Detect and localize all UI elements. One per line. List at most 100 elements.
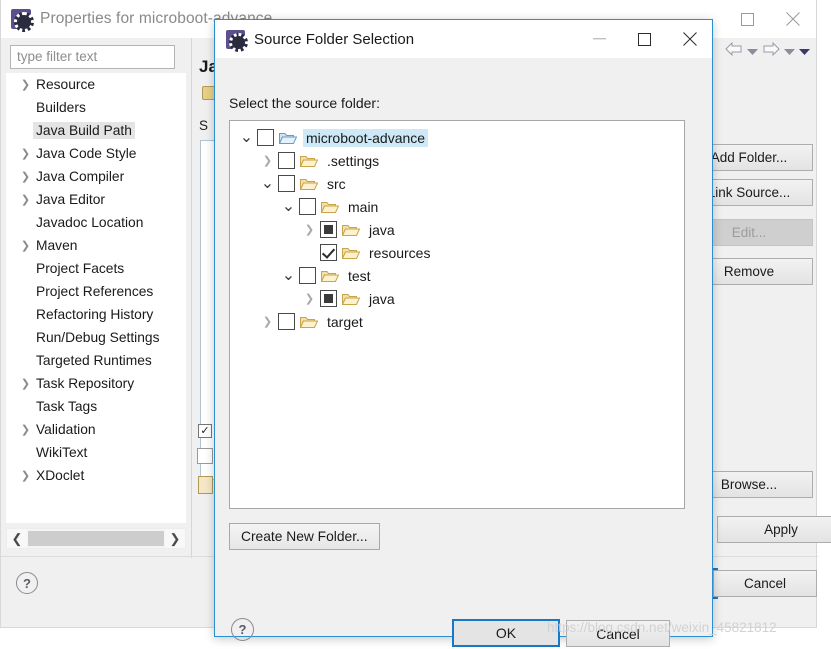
dialog-title: Source Folder Selection: [254, 30, 415, 48]
tree-row[interactable]: resources: [230, 241, 684, 264]
back-arrow-icon[interactable]: [725, 41, 743, 61]
chevron-right-icon[interactable]: ❯: [165, 529, 185, 548]
checkbox-unchecked[interactable]: [299, 198, 316, 215]
help-icon[interactable]: ?: [16, 572, 38, 594]
sidebar-item-java-build-path[interactable]: Java Build Path: [6, 119, 186, 142]
chevron-down-icon[interactable]: ⌄: [278, 198, 299, 214]
sidebar-item-refactoring-history[interactable]: Refactoring History: [6, 303, 186, 326]
sidebar-item-wikitext[interactable]: WikiText: [6, 441, 186, 464]
sidebar-item-java-editor[interactable]: ❯ Java Editor: [6, 188, 186, 211]
apply-button[interactable]: Apply: [717, 516, 831, 543]
close-icon[interactable]: [667, 20, 712, 58]
tree-item-label: src: [327, 175, 346, 192]
checkbox-unchecked[interactable]: [278, 152, 295, 169]
chevron-right-icon[interactable]: ❯: [257, 315, 278, 328]
chevron-down-icon[interactable]: [747, 43, 758, 61]
sidebar-item-label: Task Repository: [36, 376, 135, 391]
chevron-right-icon[interactable]: ❯: [18, 377, 33, 390]
folder-icon: [300, 177, 318, 191]
eclipse-icon: [11, 9, 34, 32]
minimize-icon[interactable]: [577, 20, 622, 58]
properties-window-controls: [724, 0, 816, 38]
sidebar-item-xdoclet[interactable]: ❯ XDoclet: [6, 464, 186, 487]
chevron-right-icon[interactable]: ❯: [18, 239, 33, 252]
sidebar-item-project-references[interactable]: Project References: [6, 280, 186, 303]
chevron-right-icon[interactable]: ❯: [18, 170, 33, 183]
chevron-right-icon[interactable]: ❯: [299, 292, 320, 305]
sidebar-item-javadoc-location[interactable]: Javadoc Location: [6, 211, 186, 234]
chevron-right-icon[interactable]: ❯: [18, 193, 33, 206]
chevron-right-icon[interactable]: ❯: [257, 154, 278, 167]
sidebar-item-run-debug-settings[interactable]: Run/Debug Settings: [6, 326, 186, 349]
sidebar-item-label: Refactoring History: [36, 307, 154, 322]
checkbox-unchecked[interactable]: [278, 313, 295, 330]
checkbox-unchecked[interactable]: [278, 175, 295, 192]
sidebar-item-resource[interactable]: ❯ Resource: [6, 73, 186, 96]
folder-icon: [321, 200, 339, 214]
chevron-down-icon[interactable]: ⌄: [278, 267, 299, 283]
create-new-folder-button[interactable]: Create New Folder...: [229, 523, 380, 550]
sidebar-divider: [191, 38, 192, 558]
content-folder-icon: [198, 476, 213, 494]
folder-icon: [300, 315, 318, 329]
settings-sidebar-tree[interactable]: ❯ Resource Builders Java Build Path ❯ Java Co…: [6, 73, 186, 523]
chevron-right-icon[interactable]: ❯: [18, 423, 33, 436]
tree-row[interactable]: ⌄ src: [230, 172, 684, 195]
sidebar-item-java-code-style[interactable]: ❯ Java Code Style: [6, 142, 186, 165]
sidebar-item-label: Java Editor: [36, 192, 106, 207]
tree-row[interactable]: ⌄ main: [230, 195, 684, 218]
tree-row[interactable]: ❯ target: [230, 310, 684, 333]
sidebar-item-label: Javadoc Location: [36, 215, 144, 230]
sidebar-item-label: Java Build Path: [33, 122, 135, 139]
tree-row[interactable]: ❯ java: [230, 287, 684, 310]
chevron-right-icon[interactable]: ❯: [299, 223, 320, 236]
tree-item-label: target: [327, 313, 363, 330]
chevron-right-icon[interactable]: ❯: [18, 78, 33, 91]
cancel-button[interactable]: Cancel: [713, 570, 817, 597]
sidebar-item-task-tags[interactable]: Task Tags: [6, 395, 186, 418]
tree-row[interactable]: ⌄ test: [230, 264, 684, 287]
sidebar-item-java-compiler[interactable]: ❯ Java Compiler: [6, 165, 186, 188]
close-icon[interactable]: [770, 0, 816, 38]
checkbox-unchecked[interactable]: [257, 129, 274, 146]
open-folder-blue-icon: [279, 131, 297, 145]
chevron-right-icon[interactable]: ❯: [18, 147, 33, 160]
sidebar-item-label: Validation: [36, 422, 96, 437]
checkbox-partial[interactable]: [320, 221, 337, 238]
cancel-button[interactable]: Cancel: [566, 620, 670, 647]
chevron-left-icon[interactable]: ❮: [7, 529, 27, 548]
checkbox-partial[interactable]: [320, 290, 337, 307]
ok-button[interactable]: OK: [452, 619, 560, 647]
chevron-down-icon[interactable]: ⌄: [236, 129, 257, 145]
checkbox-unchecked[interactable]: [299, 267, 316, 284]
sidebar-item-label: Targeted Runtimes: [36, 353, 152, 368]
sidebar-item-builders[interactable]: Builders: [6, 96, 186, 119]
tree-row[interactable]: ❯ java: [230, 218, 684, 241]
sidebar-item-label: Run/Debug Settings: [36, 330, 160, 345]
maximize-icon[interactable]: [724, 0, 770, 38]
sidebar-horizontal-scrollbar[interactable]: ❮ ❯: [6, 528, 186, 549]
forward-arrow-icon[interactable]: [762, 41, 780, 61]
content-checkbox[interactable]: ✓: [198, 424, 212, 438]
folder-tree[interactable]: ⌄ microboot-advance ❯ .settings ⌄ src ⌄ main ❯ ja…: [229, 120, 685, 509]
checkbox-checked[interactable]: [320, 244, 337, 261]
chevron-right-icon[interactable]: ❯: [18, 469, 33, 482]
sidebar-item-targeted-runtimes[interactable]: Targeted Runtimes: [6, 349, 186, 372]
sidebar-item-label: Java Compiler: [36, 169, 125, 184]
dialog-titlebar: Source Folder Selection: [215, 20, 712, 58]
sidebar-item-validation[interactable]: ❯ Validation: [6, 418, 186, 441]
tree-row[interactable]: ❯ .settings: [230, 149, 684, 172]
maximize-icon[interactable]: [622, 20, 667, 58]
sidebar-item-task-repository[interactable]: ❯ Task Repository: [6, 372, 186, 395]
sidebar-item-project-facets[interactable]: Project Facets: [6, 257, 186, 280]
overflow-chevron-down-icon[interactable]: [799, 43, 810, 61]
chevron-down-icon[interactable]: [784, 43, 795, 61]
eclipse-icon: [226, 29, 248, 52]
search-input[interactable]: type filter text: [10, 45, 175, 69]
help-icon[interactable]: ?: [231, 618, 254, 641]
tree-row[interactable]: ⌄ microboot-advance: [230, 126, 684, 149]
chevron-down-icon[interactable]: ⌄: [257, 175, 278, 191]
sidebar-item-maven[interactable]: ❯ Maven: [6, 234, 186, 257]
scrollbar-thumb[interactable]: [28, 531, 164, 546]
source-folder-selection-dialog: Source Folder Selection Select the sourc…: [214, 19, 713, 647]
